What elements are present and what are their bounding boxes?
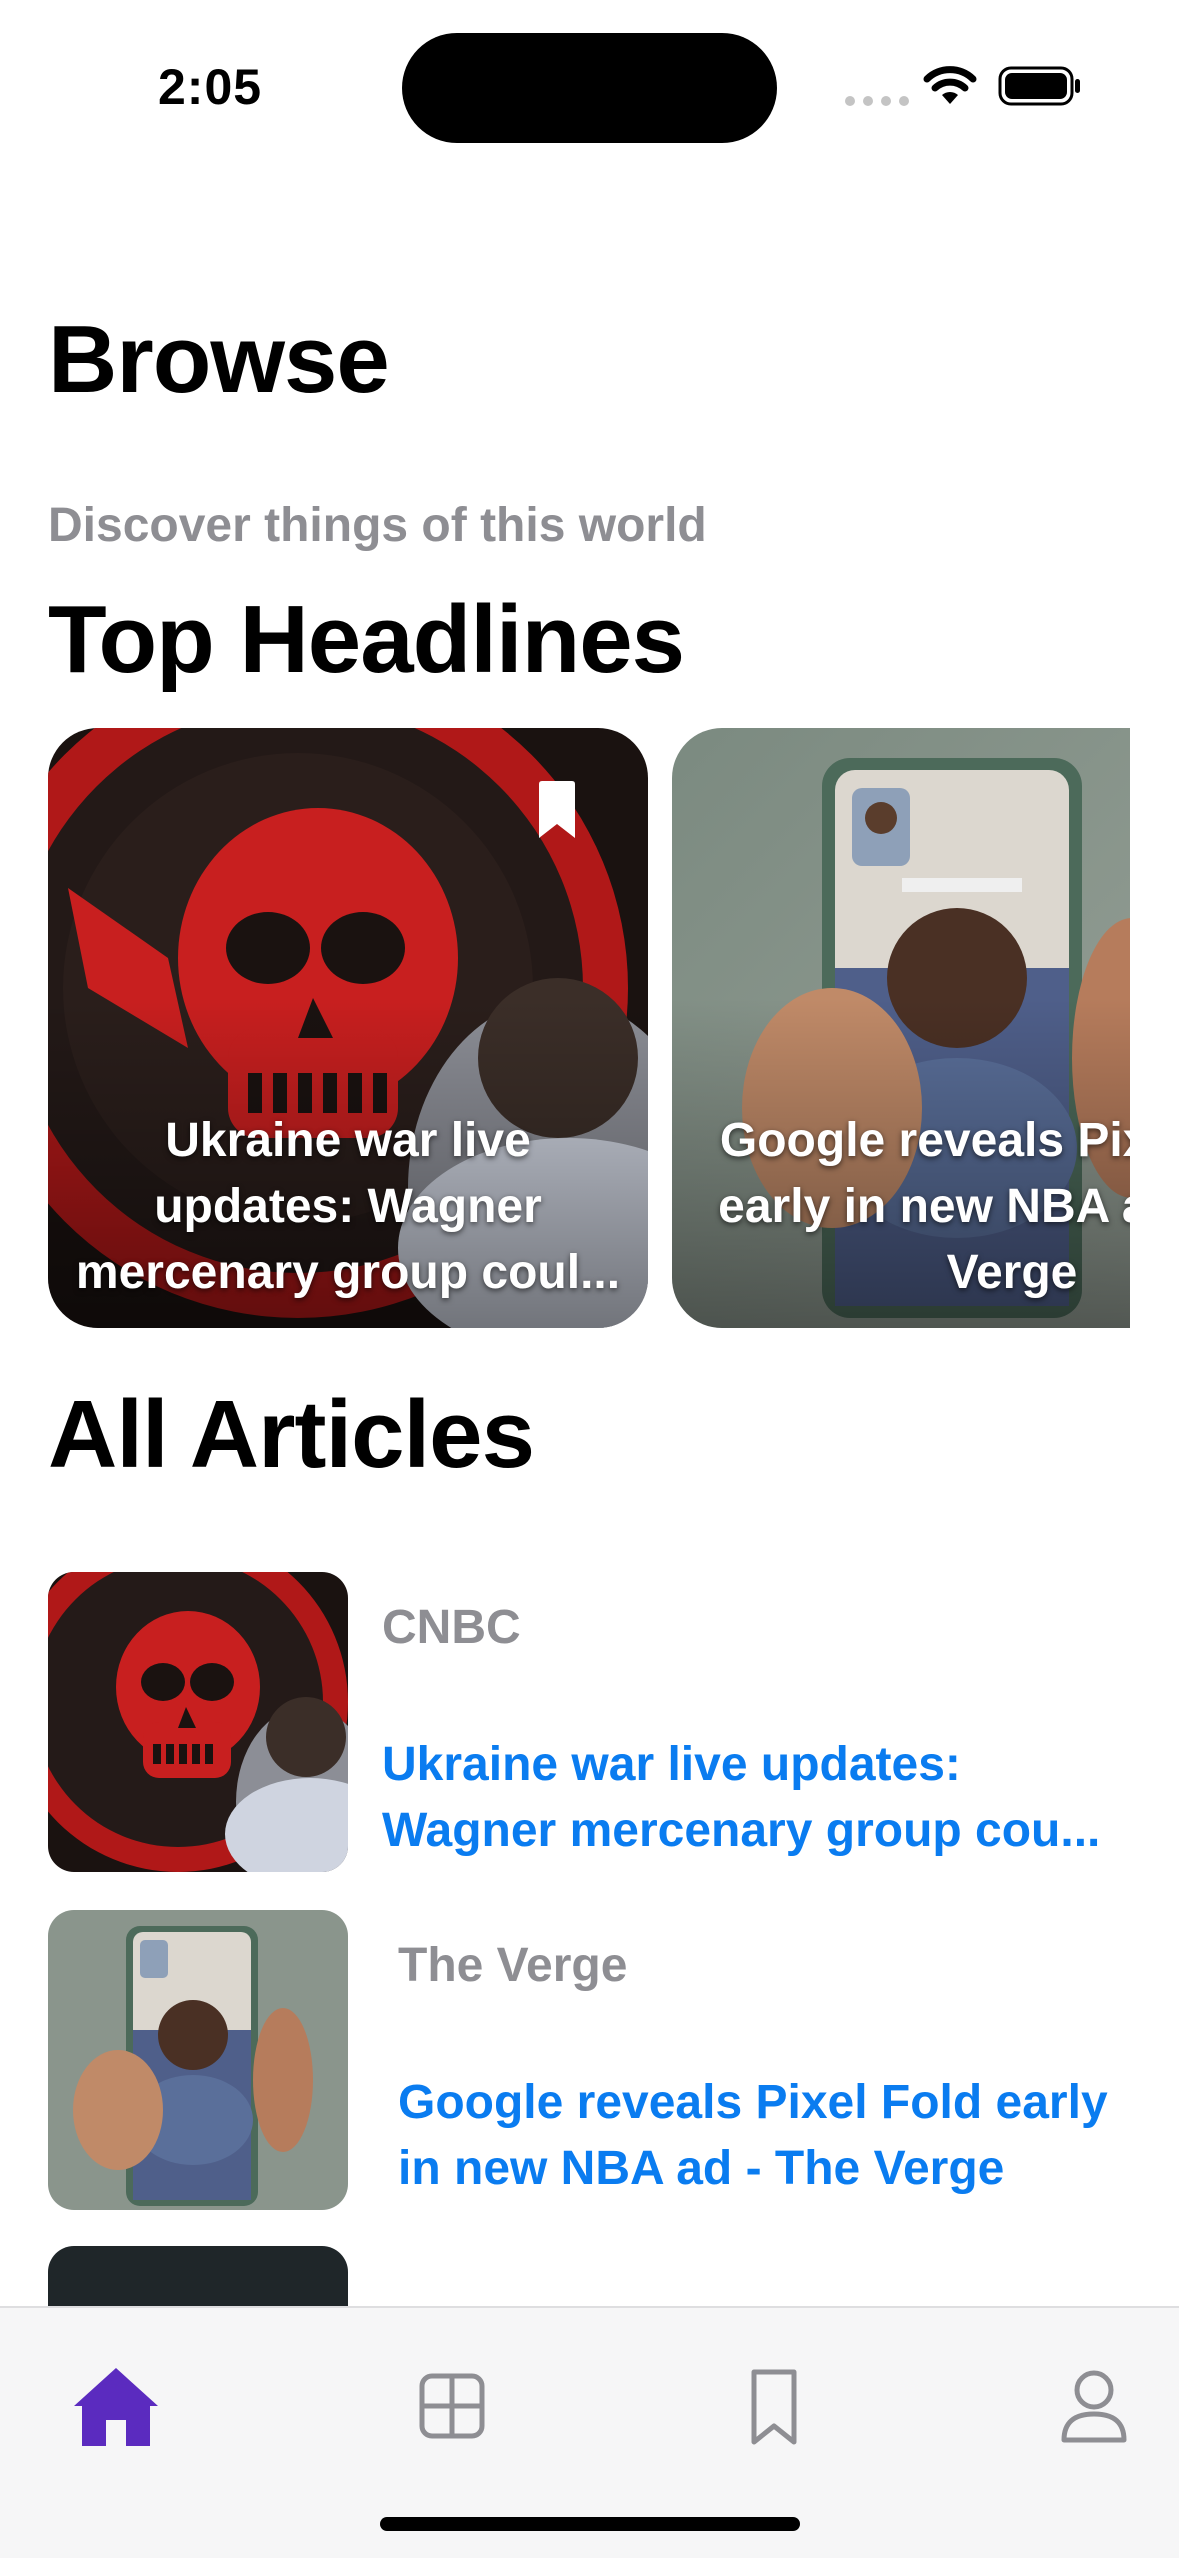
home-indicator[interactable] xyxy=(380,2517,800,2531)
article-headline-link[interactable]: Ukraine war live updates: Wagner mercena… xyxy=(382,1732,1142,1864)
article-row[interactable]: The Verge Google reveals Pixel Fold earl… xyxy=(48,1910,1138,2210)
page-title: Browse xyxy=(48,306,390,413)
status-time: 2:05 xyxy=(158,59,263,115)
home-icon[interactable] xyxy=(66,2356,166,2456)
headline-card-title: Google reveals Pixel Fold early in new N… xyxy=(718,1114,1130,1299)
battery-icon xyxy=(998,66,1080,106)
article-thumbnail xyxy=(48,1910,348,2210)
article-source: The Verge xyxy=(398,1939,628,1992)
dynamic-island xyxy=(402,33,777,143)
all-articles-heading: All Articles xyxy=(48,1381,535,1488)
article-headline-link[interactable]: Google reveals Pixel Fold early in new N… xyxy=(398,2070,1138,2202)
article-thumbnail xyxy=(48,1572,348,1872)
article-source: CNBC xyxy=(382,1601,521,1654)
wifi-icon xyxy=(923,66,977,104)
top-headlines-heading: Top Headlines xyxy=(48,586,685,693)
top-headlines-carousel[interactable]: Ukraine war live updates: Wagner mercena… xyxy=(48,728,1130,1328)
bookmark-icon[interactable] xyxy=(724,2356,824,2456)
cellular-signal-icon xyxy=(845,96,909,106)
headline-card[interactable]: Ukraine war live updates: Wagner mercena… xyxy=(48,728,648,1328)
headline-card[interactable]: Google reveals Pixel Fold early in new N… xyxy=(672,728,1130,1328)
person-icon[interactable] xyxy=(1044,2356,1144,2456)
headline-card-title: Ukraine war live updates: Wagner mercena… xyxy=(75,1114,621,1299)
page-subtitle: Discover things of this world xyxy=(48,499,707,552)
bookmark-filled-icon[interactable] xyxy=(536,780,578,840)
grid-icon[interactable] xyxy=(402,2356,502,2456)
article-row[interactable]: CNBC Ukraine war live updates: Wagner me… xyxy=(48,1572,1138,1872)
